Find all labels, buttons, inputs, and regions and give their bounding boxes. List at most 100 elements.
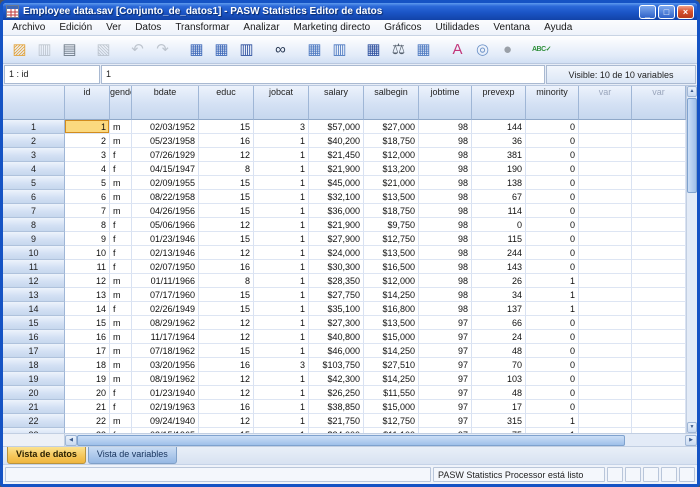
row-header-16[interactable]: 16: [3, 330, 65, 344]
column-header-jobtime[interactable]: jobtime: [419, 86, 472, 120]
goto-variable-button[interactable]: ▦: [209, 38, 234, 62]
cell-4-jobtime[interactable]: 98: [419, 162, 472, 176]
cell-3-salbegin[interactable]: $12,000: [364, 148, 419, 162]
cell-21-salary[interactable]: $38,850: [309, 400, 364, 414]
cell-9-educ[interactable]: 15: [199, 232, 254, 246]
cell-20-id[interactable]: 20: [65, 386, 110, 400]
cell-12-jobtime[interactable]: 98: [419, 274, 472, 288]
cell-1-salary[interactable]: $57,000: [309, 120, 364, 134]
cell-7-educ[interactable]: 15: [199, 204, 254, 218]
cell-22-jobtime[interactable]: 97: [419, 414, 472, 428]
cell-16-jobcat[interactable]: 1: [254, 330, 309, 344]
cell-1-salbegin[interactable]: $27,000: [364, 120, 419, 134]
cell-21-gender[interactable]: f: [110, 400, 132, 414]
cell-23-jobtime[interactable]: 97: [419, 428, 472, 433]
cell-editor-input[interactable]: 1: [101, 65, 545, 84]
cell-17-prevexp[interactable]: 48: [472, 344, 526, 358]
cell-2-jobtime[interactable]: 98: [419, 134, 472, 148]
cell-15-prevexp[interactable]: 66: [472, 316, 526, 330]
cell-3-salary[interactable]: $21,450: [309, 148, 364, 162]
cell-6-salary[interactable]: $32,100: [309, 190, 364, 204]
cell-23-var2[interactable]: [632, 428, 686, 433]
cell-15-salary[interactable]: $27,300: [309, 316, 364, 330]
column-header-var1[interactable]: var: [579, 86, 632, 120]
cell-3-var1[interactable]: [579, 148, 632, 162]
cell-4-prevexp[interactable]: 190: [472, 162, 526, 176]
row-header-6[interactable]: 6: [3, 190, 65, 204]
cell-22-salbegin[interactable]: $12,750: [364, 414, 419, 428]
cell-3-bdate[interactable]: 07/26/1929: [132, 148, 199, 162]
cell-22-id[interactable]: 22: [65, 414, 110, 428]
cell-17-bdate[interactable]: 07/18/1962: [132, 344, 199, 358]
cell-19-jobcat[interactable]: 1: [254, 372, 309, 386]
cell-1-var2[interactable]: [632, 120, 686, 134]
cell-21-id[interactable]: 21: [65, 400, 110, 414]
cell-7-jobcat[interactable]: 1: [254, 204, 309, 218]
menu-ver[interactable]: Ver: [99, 21, 128, 34]
cell-23-var1[interactable]: [579, 428, 632, 433]
cell-5-salbegin[interactable]: $21,000: [364, 176, 419, 190]
cell-21-jobcat[interactable]: 1: [254, 400, 309, 414]
cell-6-bdate[interactable]: 08/22/1958: [132, 190, 199, 204]
cell-4-bdate[interactable]: 04/15/1947: [132, 162, 199, 176]
cell-21-minority[interactable]: 0: [526, 400, 579, 414]
cell-9-id[interactable]: 9: [65, 232, 110, 246]
cell-11-id[interactable]: 11: [65, 260, 110, 274]
cell-5-salary[interactable]: $45,000: [309, 176, 364, 190]
row-header-5[interactable]: 5: [3, 176, 65, 190]
row-header-11[interactable]: 11: [3, 260, 65, 274]
cell-16-jobtime[interactable]: 97: [419, 330, 472, 344]
cell-9-salary[interactable]: $27,900: [309, 232, 364, 246]
row-header-7[interactable]: 7: [3, 204, 65, 218]
cell-5-prevexp[interactable]: 138: [472, 176, 526, 190]
cell-20-jobcat[interactable]: 1: [254, 386, 309, 400]
scroll-left-icon[interactable]: ◀: [65, 435, 77, 446]
cell-18-salary[interactable]: $103,750: [309, 358, 364, 372]
cell-22-prevexp[interactable]: 315: [472, 414, 526, 428]
cell-6-jobcat[interactable]: 1: [254, 190, 309, 204]
cell-13-salary[interactable]: $27,750: [309, 288, 364, 302]
goto-case-button[interactable]: ▦: [184, 38, 209, 62]
column-header-id[interactable]: id: [65, 86, 110, 120]
cell-11-salary[interactable]: $30,300: [309, 260, 364, 274]
cell-21-salbegin[interactable]: $15,000: [364, 400, 419, 414]
cell-17-jobcat[interactable]: 1: [254, 344, 309, 358]
cell-17-var2[interactable]: [632, 344, 686, 358]
cell-21-var2[interactable]: [632, 400, 686, 414]
cell-4-salary[interactable]: $21,900: [309, 162, 364, 176]
cell-5-minority[interactable]: 0: [526, 176, 579, 190]
menu-datos[interactable]: Datos: [128, 21, 168, 34]
cell-5-var1[interactable]: [579, 176, 632, 190]
cell-21-jobtime[interactable]: 97: [419, 400, 472, 414]
cell-1-var1[interactable]: [579, 120, 632, 134]
cell-13-gender[interactable]: m: [110, 288, 132, 302]
cell-9-jobcat[interactable]: 1: [254, 232, 309, 246]
cell-17-educ[interactable]: 15: [199, 344, 254, 358]
cell-22-jobcat[interactable]: 1: [254, 414, 309, 428]
corner-cell[interactable]: [3, 86, 65, 120]
cell-14-bdate[interactable]: 02/26/1949: [132, 302, 199, 316]
cell-3-gender[interactable]: f: [110, 148, 132, 162]
cell-17-id[interactable]: 17: [65, 344, 110, 358]
cell-8-minority[interactable]: 0: [526, 218, 579, 232]
row-header-18[interactable]: 18: [3, 358, 65, 372]
menu-transformar[interactable]: Transformar: [168, 21, 236, 34]
cell-2-salary[interactable]: $40,200: [309, 134, 364, 148]
cell-18-prevexp[interactable]: 70: [472, 358, 526, 372]
cell-8-var2[interactable]: [632, 218, 686, 232]
cell-1-jobcat[interactable]: 3: [254, 120, 309, 134]
cell-7-jobtime[interactable]: 98: [419, 204, 472, 218]
cell-20-bdate[interactable]: 01/23/1940: [132, 386, 199, 400]
cell-2-var2[interactable]: [632, 134, 686, 148]
cell-3-jobcat[interactable]: 1: [254, 148, 309, 162]
cell-10-bdate[interactable]: 02/13/1946: [132, 246, 199, 260]
row-header-1[interactable]: 1: [3, 120, 65, 134]
menu-archivo[interactable]: Archivo: [5, 21, 52, 34]
cell-3-id[interactable]: 3: [65, 148, 110, 162]
cell-6-educ[interactable]: 15: [199, 190, 254, 204]
cell-10-id[interactable]: 10: [65, 246, 110, 260]
row-header-22[interactable]: 22: [3, 414, 65, 428]
cell-4-educ[interactable]: 8: [199, 162, 254, 176]
cell-20-jobtime[interactable]: 97: [419, 386, 472, 400]
cell-17-var1[interactable]: [579, 344, 632, 358]
